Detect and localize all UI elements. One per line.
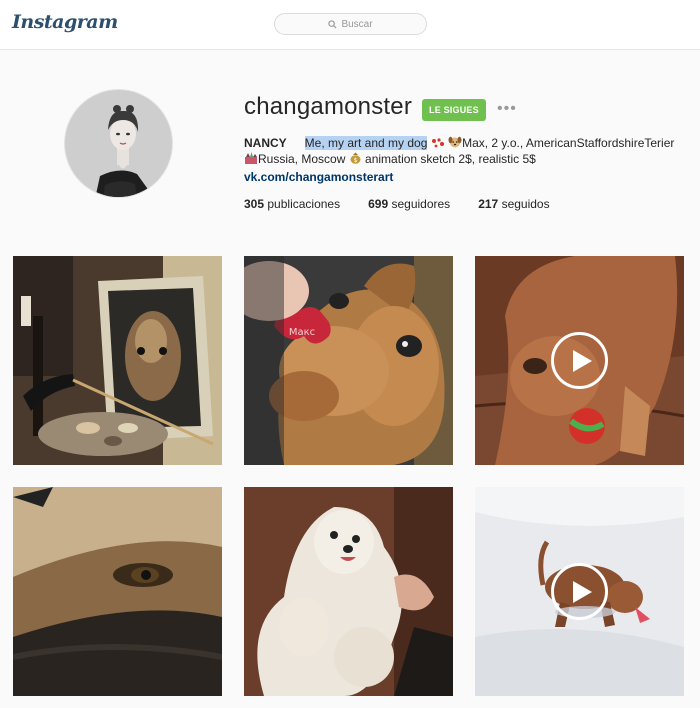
following-button[interactable]: LE SIGUES bbox=[422, 99, 486, 121]
post-thumbnail-dog-with-tag[interactable]: Макс bbox=[244, 256, 453, 465]
profile-name: NANCY bbox=[244, 136, 287, 150]
post-thumbnail-white-dog[interactable] bbox=[244, 487, 453, 696]
followers-stat[interactable]: 699 seguidores bbox=[368, 197, 450, 211]
bio-line-1-text: Max, 2 y.o., AmericanStaffordshireTerier bbox=[462, 136, 675, 150]
search-icon bbox=[328, 19, 337, 29]
following-stat[interactable]: 217 seguidos bbox=[478, 197, 549, 211]
dog-tag-text: Макс bbox=[289, 327, 315, 338]
profile-website-link[interactable]: vk.com/changamonsterart bbox=[244, 169, 393, 185]
bio-location: Russia, Moscow bbox=[258, 152, 346, 166]
instagram-logo[interactable]: Instagram bbox=[12, 11, 118, 33]
profile-avatar[interactable] bbox=[64, 89, 173, 198]
paw-prints-icon bbox=[431, 136, 445, 148]
video-play-icon[interactable] bbox=[551, 563, 608, 620]
money-bag-icon: $ bbox=[349, 152, 362, 164]
profile-bio: NANCY Me, my art and my dog Max, 2 y.o., … bbox=[244, 135, 689, 184]
bio-prices: animation sketch 2$, realistic 5$ bbox=[365, 152, 536, 166]
kremlin-icon bbox=[244, 152, 258, 164]
search-box[interactable]: Buscar bbox=[274, 13, 427, 35]
post-thumbnail-painting-easel[interactable] bbox=[13, 256, 222, 465]
profile-username: changamonster bbox=[244, 93, 413, 120]
post-thumbnail-dog-in-snow[interactable] bbox=[475, 487, 684, 696]
bio-line-2: Russia, Moscow $ animation sketch 2$, re… bbox=[244, 151, 689, 167]
post-thumbnail-dog-eye-painting[interactable] bbox=[13, 487, 222, 696]
top-navigation-bar: Instagram Buscar bbox=[0, 0, 700, 50]
posts-stat: 305 publicaciones bbox=[244, 197, 341, 211]
bio-line-1: NANCY Me, my art and my dog Max, 2 y.o., … bbox=[244, 135, 689, 151]
dog-face-icon bbox=[448, 136, 462, 148]
video-play-icon[interactable] bbox=[551, 332, 608, 389]
profile-stats: 305 publicaciones 699 seguidores 217 seg… bbox=[244, 197, 550, 211]
bio-highlighted-text: Me, my art and my dog bbox=[304, 136, 428, 150]
svg-text:$: $ bbox=[353, 157, 357, 164]
search-placeholder: Buscar bbox=[341, 18, 373, 30]
post-thumbnail-dog-with-ball[interactable] bbox=[475, 256, 684, 465]
more-options-button[interactable]: ••• bbox=[497, 101, 517, 117]
